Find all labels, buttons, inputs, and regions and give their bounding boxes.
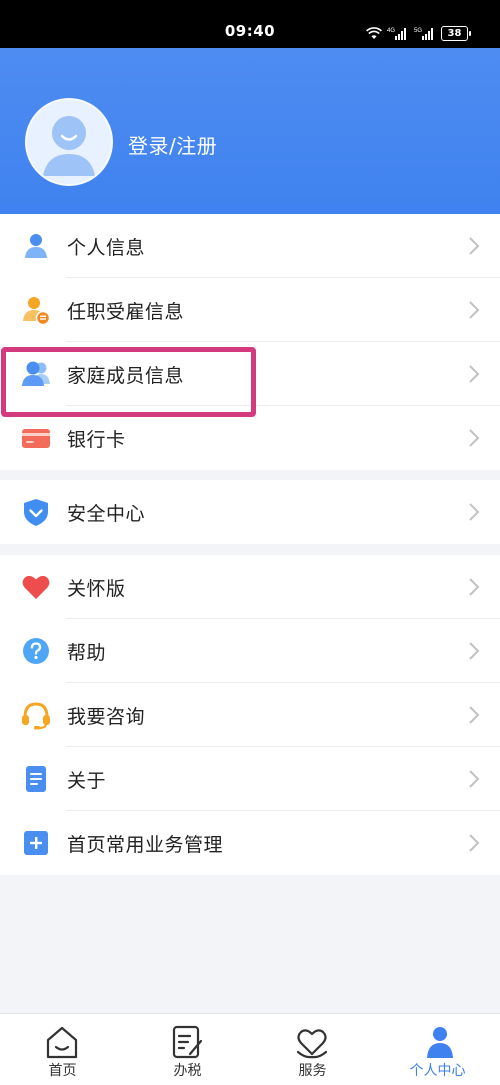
menu-group-account: 个人信息 任职受雇信息 家庭成员信息 银行卡 [0, 214, 500, 470]
menu-item-label: 帮助 [67, 641, 107, 664]
plus-square-icon [21, 828, 51, 858]
default-avatar-icon [27, 100, 111, 184]
shield-icon [21, 497, 51, 527]
tab-label: 首页 [48, 1063, 77, 1079]
chevron-right-icon [469, 642, 480, 660]
heart-icon [21, 572, 51, 602]
menu-item-help[interactable]: 帮助 [0, 619, 500, 683]
menu-item-label: 我要咨询 [67, 705, 146, 728]
menu-item-care-mode[interactable]: 关怀版 [0, 555, 500, 619]
chevron-right-icon [469, 503, 480, 521]
tab-label: 个人中心 [409, 1063, 466, 1079]
menu-group-support: 关怀版 帮助 我要咨询 关于 首页常用业务管理 [0, 555, 500, 875]
menu-item-consult[interactable]: 我要咨询 [0, 683, 500, 747]
service-icon [296, 1029, 328, 1059]
login-register-link[interactable]: 登录/注册 [128, 130, 217, 159]
menu-group-security: 安全中心 [0, 480, 500, 544]
tab-tax[interactable]: 办税 [125, 1014, 250, 1085]
menu-item-bank-card[interactable]: 银行卡 [0, 406, 500, 470]
avatar[interactable] [25, 98, 113, 186]
profile-header: 登录/注册 [0, 48, 500, 214]
menu-item-personal-info[interactable]: 个人信息 [0, 214, 500, 278]
headset-icon [21, 700, 51, 730]
home-icon [46, 1026, 78, 1059]
chevron-right-icon [469, 237, 480, 255]
person-icon [21, 231, 51, 261]
chevron-right-icon [469, 301, 480, 319]
menu-item-family-members[interactable]: 家庭成员信息 [0, 342, 500, 406]
menu-item-label: 首页常用业务管理 [67, 833, 224, 856]
tax-icon [172, 1025, 203, 1059]
profile-icon [427, 1027, 453, 1058]
tab-home[interactable]: 首页 [0, 1014, 125, 1085]
employment-icon [21, 295, 51, 325]
menu-item-label: 安全中心 [67, 502, 146, 525]
tab-service[interactable]: 服务 [250, 1014, 375, 1085]
menu-item-label: 银行卡 [67, 428, 126, 451]
chevron-right-icon [469, 834, 480, 852]
tab-profile[interactable]: 个人中心 [375, 1014, 500, 1085]
menu-item-label: 关怀版 [67, 577, 126, 600]
menu-item-employment-info[interactable]: 任职受雇信息 [0, 278, 500, 342]
bank-card-icon [21, 423, 51, 453]
menu-item-label: 关于 [67, 769, 107, 792]
family-icon [21, 359, 51, 389]
menu-item-about[interactable]: 关于 [0, 747, 500, 811]
bottom-tab-bar: 首页 办税 服务 个人中心 [0, 1013, 500, 1085]
document-icon [21, 764, 51, 794]
status-icons: 4G 5G 38 [366, 24, 471, 42]
status-bar: 09:40 4G 5G 38 [0, 0, 500, 48]
menu-item-label: 家庭成员信息 [67, 364, 185, 387]
chevron-right-icon [469, 578, 480, 596]
svg-text:4G: 4G [387, 28, 395, 34]
signal-4g-icon: 4G [387, 28, 406, 40]
menu-item-label: 个人信息 [67, 236, 146, 259]
svg-text:5G: 5G [414, 28, 422, 34]
tab-label: 服务 [298, 1063, 327, 1079]
chevron-right-icon [469, 706, 480, 724]
battery-indicator: 38 [441, 25, 471, 41]
signal-5g-icon: 5G [414, 28, 433, 40]
chevron-right-icon [469, 770, 480, 788]
chevron-right-icon [469, 429, 480, 447]
tab-label: 办税 [173, 1063, 202, 1079]
menu-item-security-center[interactable]: 安全中心 [0, 480, 500, 544]
chevron-right-icon [469, 365, 480, 383]
menu-item-label: 任职受雇信息 [67, 300, 185, 323]
wifi-icon [366, 26, 382, 39]
help-icon [21, 636, 51, 666]
menu-item-homepage-business-management[interactable]: 首页常用业务管理 [0, 811, 500, 875]
